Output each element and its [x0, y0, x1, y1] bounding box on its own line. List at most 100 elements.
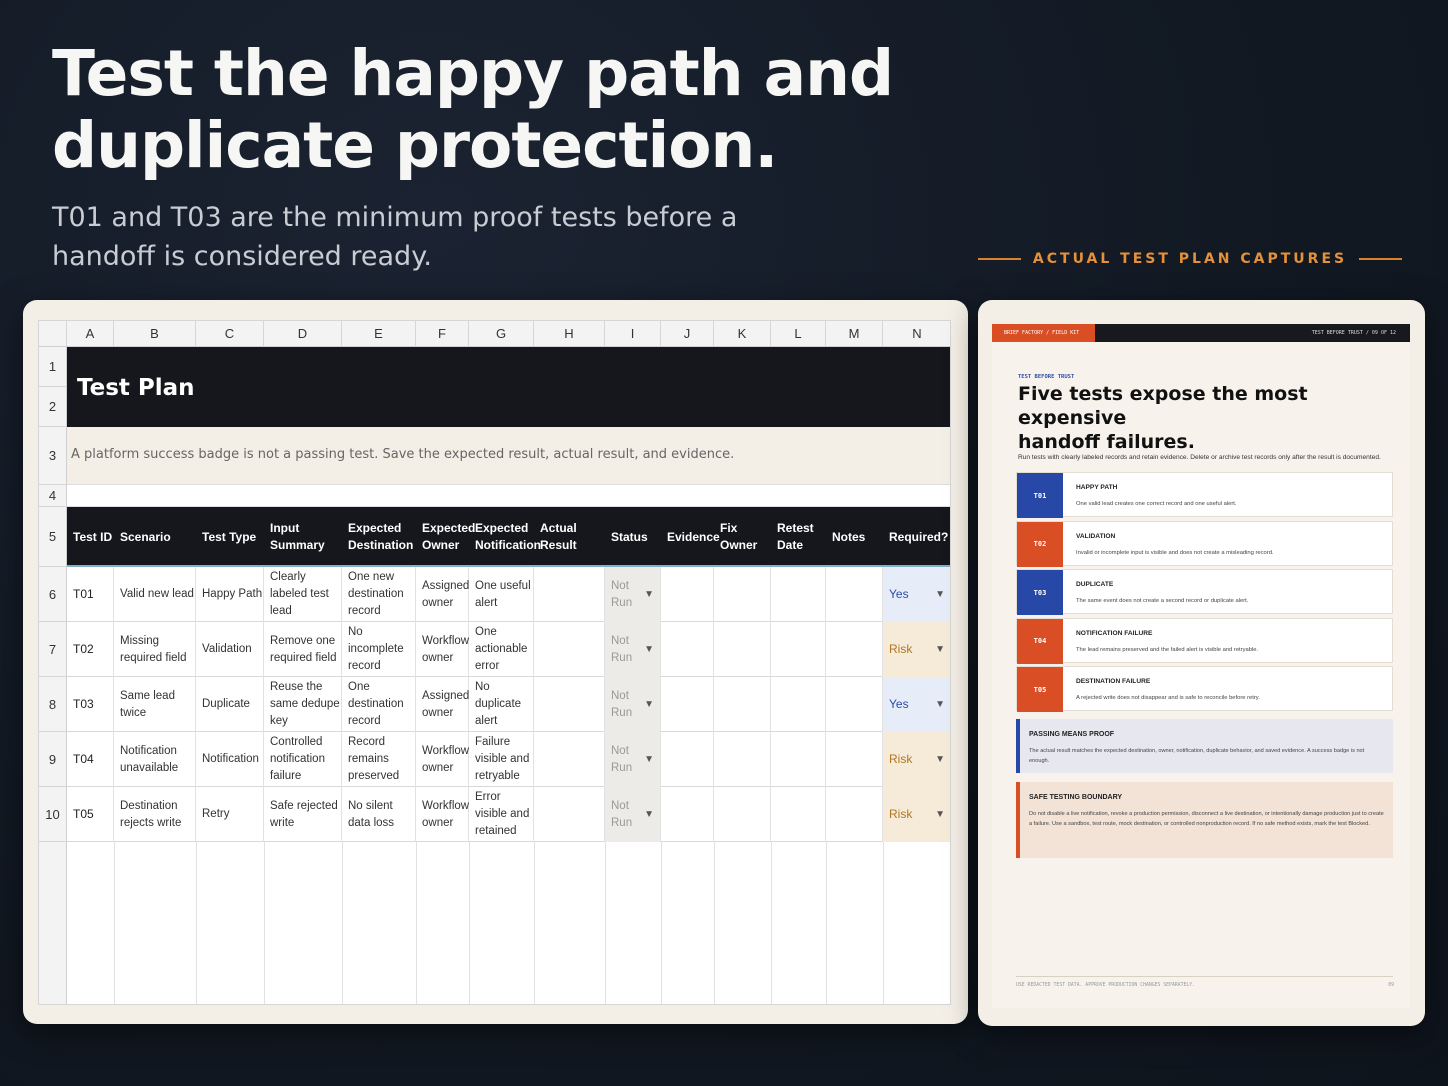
dropdown-arrow-icon[interactable]: ▼ — [644, 751, 654, 768]
cell-id[interactable]: T01 — [67, 567, 114, 622]
required-dropdown[interactable]: Yes ▼ — [883, 677, 950, 732]
column-header-e[interactable]: E — [342, 321, 416, 347]
column-header-j[interactable]: J — [661, 321, 714, 347]
corner-cell[interactable] — [39, 321, 67, 347]
cell-owner[interactable]: Assigned owner — [416, 567, 469, 622]
cell-fix-owner[interactable] — [714, 787, 771, 842]
column-header-c[interactable]: C — [196, 321, 264, 347]
header-test-type[interactable]: Test Type — [196, 507, 264, 567]
cell-id[interactable]: T04 — [67, 732, 114, 787]
cell-owner[interactable]: Assigned owner — [416, 677, 469, 732]
row-header-4[interactable]: 4 — [39, 485, 67, 507]
cell-retest-date[interactable] — [771, 622, 826, 677]
header-fix-owner[interactable]: Fix Owner — [714, 507, 771, 567]
column-header-m[interactable]: M — [826, 321, 883, 347]
cell-type[interactable]: Retry — [196, 787, 264, 842]
cell-owner[interactable]: Workflow owner — [416, 622, 469, 677]
row-header-7[interactable]: 7 — [39, 622, 67, 677]
cell-notes[interactable] — [826, 567, 883, 622]
column-header-a[interactable]: A — [67, 321, 114, 347]
cell-evidence[interactable] — [661, 787, 714, 842]
cell-id[interactable]: T03 — [67, 677, 114, 732]
cell-owner[interactable]: Workflow owner — [416, 787, 469, 842]
header-evidence[interactable]: Evidence — [661, 507, 720, 567]
required-dropdown[interactable]: Yes ▼ — [883, 567, 950, 622]
cell-destination[interactable]: One new destination record — [342, 567, 416, 622]
cell-notification[interactable]: Failure visible and retryable — [469, 732, 534, 787]
cell-owner[interactable]: Workflow owner — [416, 732, 469, 787]
cell-notes[interactable] — [826, 677, 883, 732]
cell-evidence[interactable] — [661, 732, 714, 787]
cell-destination[interactable]: No silent data loss — [342, 787, 416, 842]
column-header-n[interactable]: N — [883, 321, 950, 347]
cell-retest-date[interactable] — [771, 567, 826, 622]
cell-evidence[interactable] — [661, 567, 714, 622]
column-header-i[interactable]: I — [605, 321, 661, 347]
dropdown-arrow-icon[interactable]: ▼ — [644, 586, 654, 603]
status-dropdown[interactable]: Not Run ▼ — [605, 787, 661, 842]
cell-fix-owner[interactable] — [714, 567, 771, 622]
header-expected-destination[interactable]: Expected Destination — [342, 507, 416, 567]
cell-fix-owner[interactable] — [714, 622, 771, 677]
cell-notification[interactable]: One useful alert — [469, 567, 534, 622]
required-dropdown[interactable]: Risk ▼ — [883, 622, 950, 677]
dropdown-arrow-icon[interactable]: ▼ — [935, 641, 945, 658]
sheet-title[interactable]: Test Plan — [77, 375, 195, 401]
cell-fix-owner[interactable] — [714, 677, 771, 732]
cell-type[interactable]: Notification — [196, 732, 264, 787]
cell-actual-result[interactable] — [534, 787, 605, 842]
status-dropdown[interactable]: Not Run ▼ — [605, 622, 661, 677]
row-header-5[interactable]: 5 — [39, 507, 67, 567]
cell-evidence[interactable] — [661, 677, 714, 732]
dropdown-arrow-icon[interactable]: ▼ — [935, 696, 945, 713]
cell-evidence[interactable] — [661, 622, 714, 677]
cell-input[interactable]: Remove one required field — [264, 622, 342, 677]
cell-scenario[interactable]: Notification unavailable — [114, 732, 196, 787]
cell-id[interactable]: T02 — [67, 622, 114, 677]
cell-input[interactable]: Clearly labeled test lead — [264, 567, 342, 622]
dropdown-arrow-icon[interactable]: ▼ — [935, 806, 945, 823]
cell-destination[interactable]: Record remains preserved — [342, 732, 416, 787]
dropdown-arrow-icon[interactable]: ▼ — [644, 806, 654, 823]
cell-input[interactable]: Controlled notification failure — [264, 732, 342, 787]
status-dropdown[interactable]: Not Run ▼ — [605, 567, 661, 622]
cell-id[interactable]: T05 — [67, 787, 114, 842]
header-input-summary[interactable]: Input Summary — [264, 507, 342, 567]
cell-actual-result[interactable] — [534, 622, 605, 677]
cell-type[interactable]: Duplicate — [196, 677, 264, 732]
row-header-3[interactable]: 3 — [39, 427, 67, 485]
column-header-k[interactable]: K — [714, 321, 771, 347]
column-header-h[interactable]: H — [534, 321, 605, 347]
row-header-8[interactable]: 8 — [39, 677, 67, 732]
header-notes[interactable]: Notes — [826, 507, 883, 567]
header-retest-date[interactable]: Retest Date — [771, 507, 826, 567]
cell-destination[interactable]: One destination record — [342, 677, 416, 732]
cell-notification[interactable]: No duplicate alert — [469, 677, 534, 732]
row-header-1[interactable]: 1 — [39, 347, 67, 387]
row-header-10[interactable]: 10 — [39, 787, 67, 842]
dropdown-arrow-icon[interactable]: ▼ — [644, 696, 654, 713]
cell-notes[interactable] — [826, 787, 883, 842]
cell-scenario[interactable]: Missing required field — [114, 622, 196, 677]
header-actual-result[interactable]: Actual Result — [534, 507, 605, 567]
cell-retest-date[interactable] — [771, 677, 826, 732]
header-status[interactable]: Status — [605, 507, 661, 567]
cell-notes[interactable] — [826, 622, 883, 677]
header-scenario[interactable]: Scenario — [114, 507, 196, 567]
cell-actual-result[interactable] — [534, 677, 605, 732]
header-required[interactable]: Required? — [883, 507, 950, 567]
cell-actual-result[interactable] — [534, 732, 605, 787]
sheet-note[interactable]: A platform success badge is not a passin… — [71, 447, 734, 462]
header-test-id[interactable]: Test ID — [67, 507, 114, 567]
column-header-g[interactable]: G — [469, 321, 534, 347]
cell-actual-result[interactable] — [534, 567, 605, 622]
dropdown-arrow-icon[interactable]: ▼ — [644, 641, 654, 658]
cell-notes[interactable] — [826, 732, 883, 787]
dropdown-arrow-icon[interactable]: ▼ — [935, 586, 945, 603]
column-header-l[interactable]: L — [771, 321, 826, 347]
cell-type[interactable]: Validation — [196, 622, 264, 677]
cell-fix-owner[interactable] — [714, 732, 771, 787]
row-header-2[interactable]: 2 — [39, 387, 67, 427]
row-header-9[interactable]: 9 — [39, 732, 67, 787]
cell-input[interactable]: Reuse the same dedupe key — [264, 677, 342, 732]
